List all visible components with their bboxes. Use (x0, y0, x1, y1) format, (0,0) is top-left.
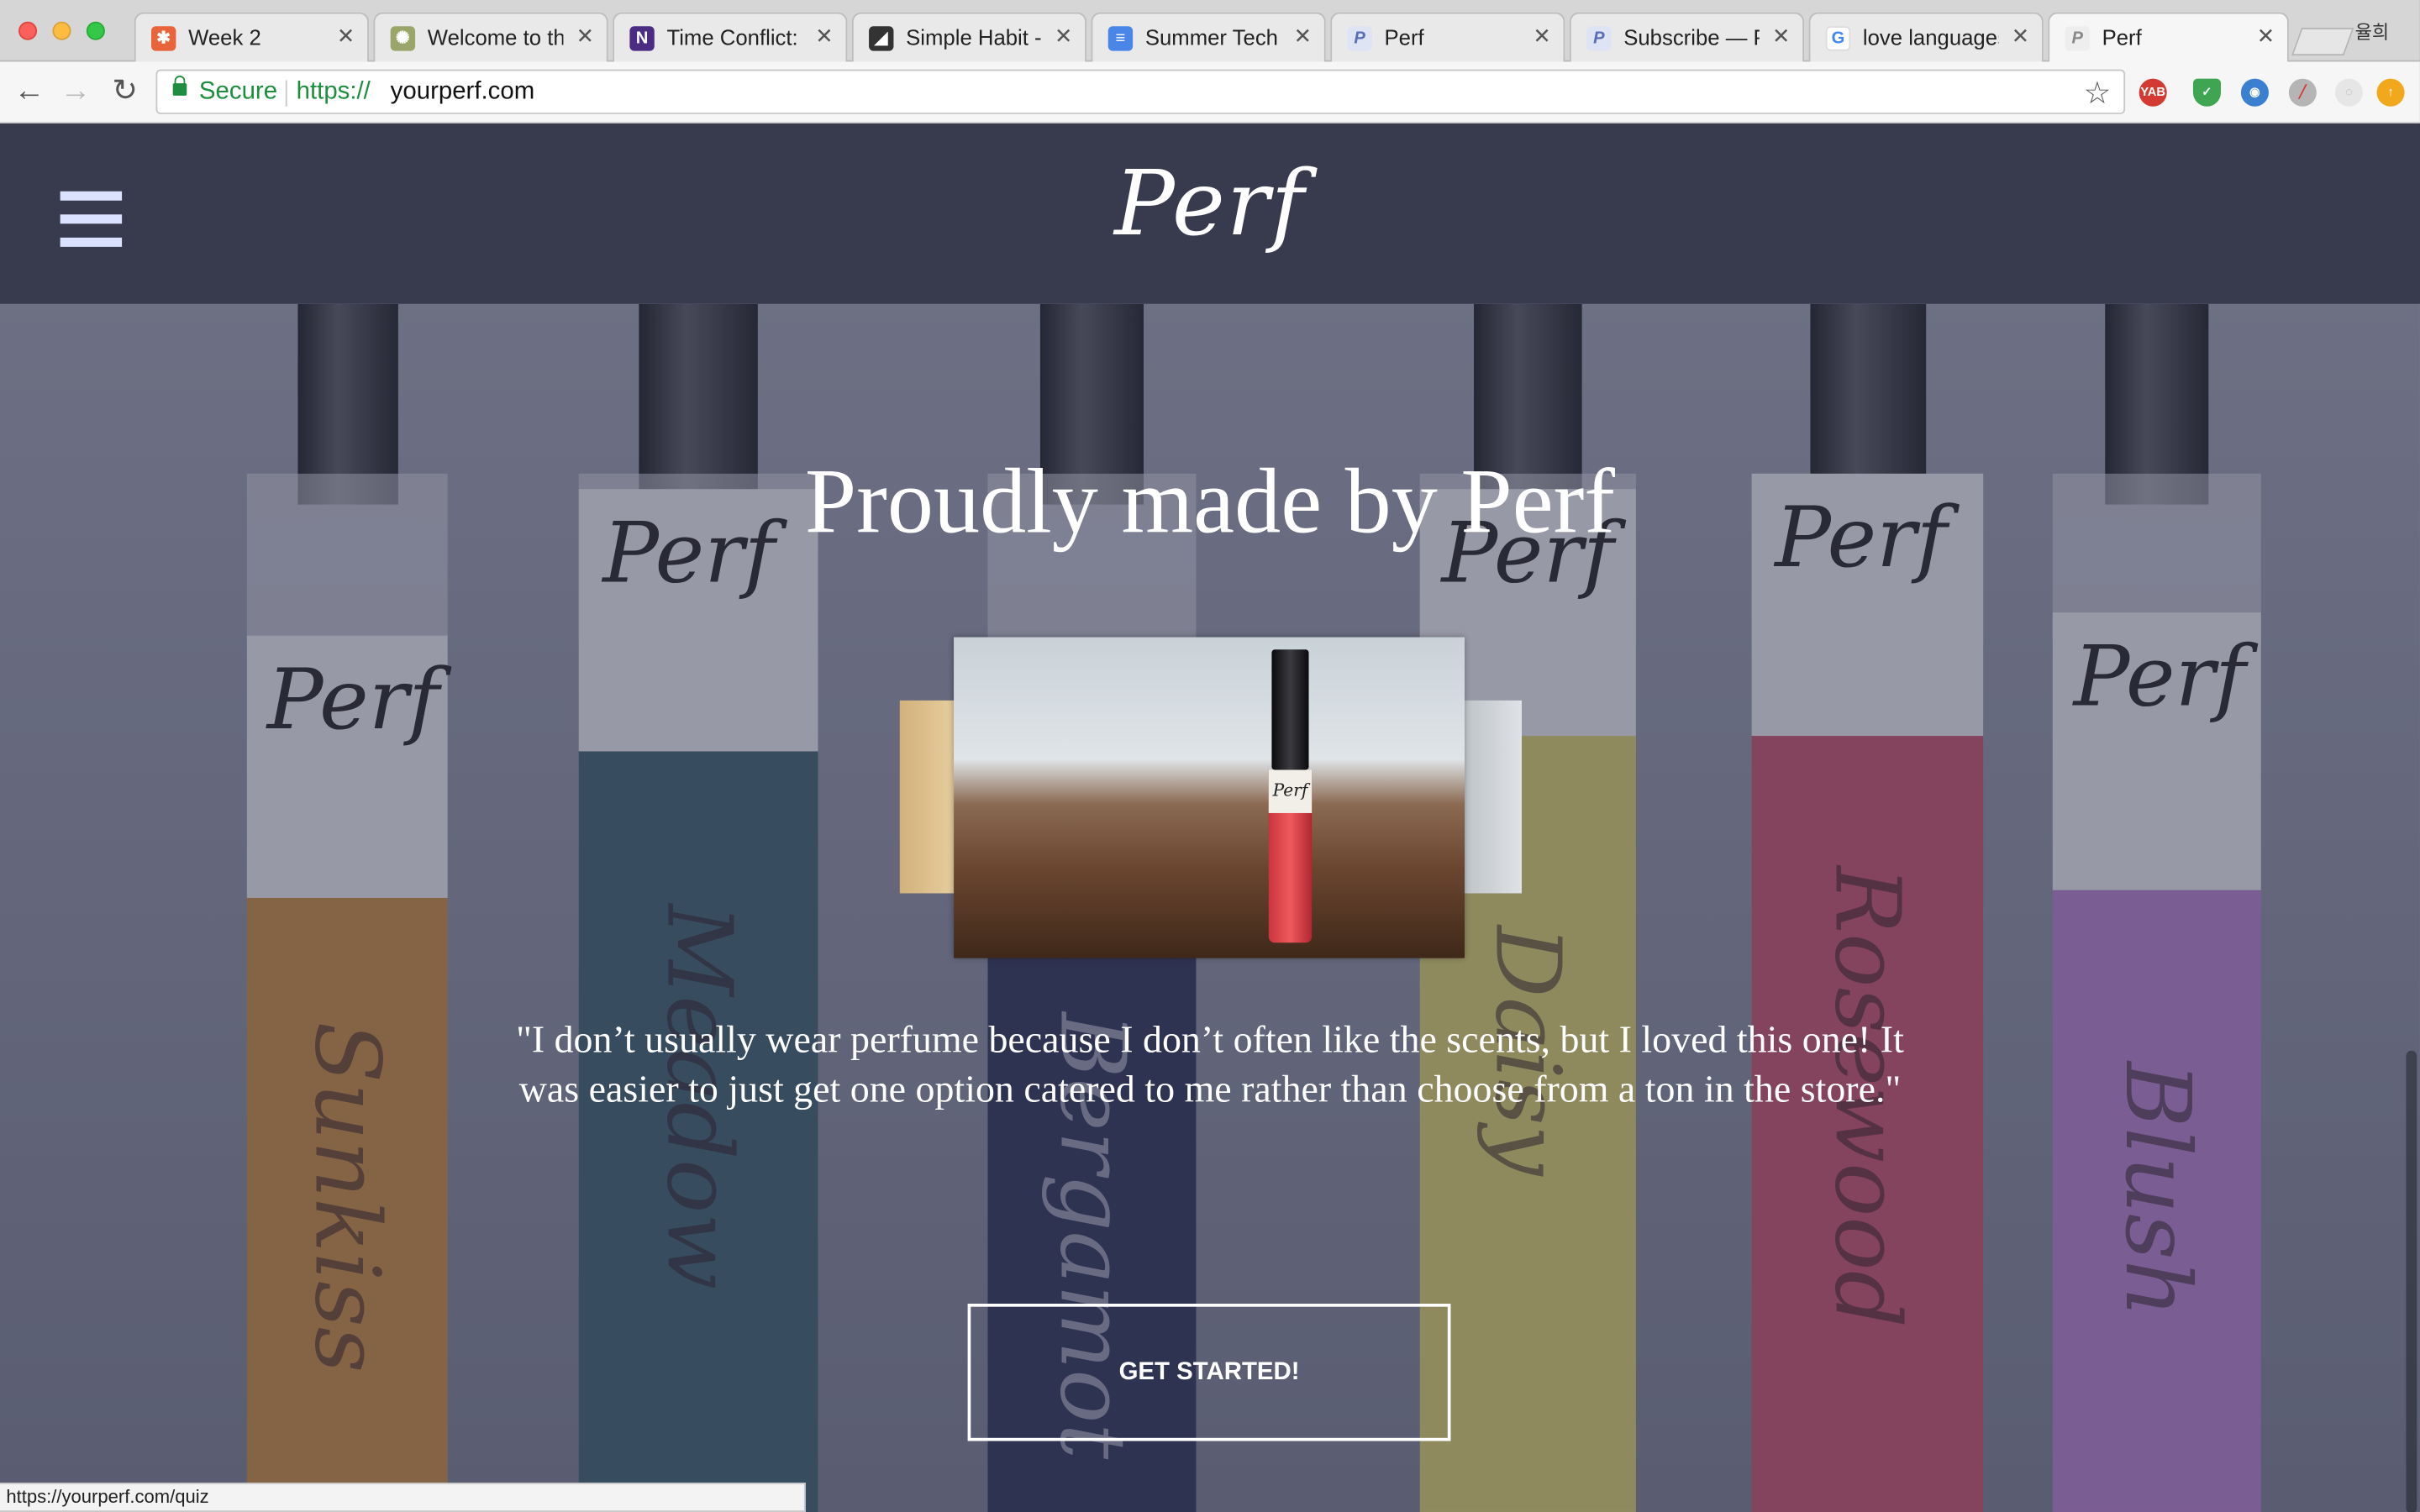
tab-love-languages[interactable]: G love languages ✕ (1808, 12, 2044, 62)
google-icon: G (1825, 26, 1851, 51)
secure-label: Secure (198, 78, 278, 105)
perfume-vial-image: Perf (1268, 649, 1313, 943)
yab-icon[interactable]: YAB (2139, 78, 2167, 107)
close-tab-icon[interactable]: ✕ (1055, 24, 1073, 50)
close-tab-icon[interactable]: ✕ (2257, 24, 2275, 50)
asterisk-icon: ✺ (390, 26, 416, 51)
hamburger-menu-icon[interactable] (60, 191, 123, 247)
forward-arrow-icon[interactable]: → (59, 74, 92, 108)
tab-strip: ✱ Week 2 ✕ ✺ Welcome to the ✕ N Time Con… (0, 0, 2420, 64)
address-bar[interactable]: Secure https:// yourperf.com ☆ (155, 69, 2126, 114)
close-tab-icon[interactable]: ✕ (1772, 24, 1791, 50)
perf-icon: P (2065, 26, 2090, 51)
tab-perf[interactable]: P Perf ✕ (1330, 12, 1565, 62)
loop-icon[interactable]: ◌ (2334, 78, 2363, 107)
reload-icon[interactable]: ↻ (108, 74, 142, 108)
tab-perf-active[interactable]: P Perf ✕ (2048, 12, 2289, 64)
close-tab-icon[interactable]: ✕ (2012, 24, 2030, 50)
perf-icon: P (1347, 26, 1372, 51)
eyedropper-icon[interactable]: ╱ (2288, 78, 2317, 107)
perf-icon: P (1586, 26, 1612, 51)
status-bar-url: https://yourperf.com/quiz (0, 1483, 806, 1512)
image-carousel[interactable]: Perf (899, 637, 1522, 958)
bookmark-star-icon[interactable]: ☆ (2084, 74, 2112, 113)
url-host: yourperf.com (390, 78, 535, 105)
page-scrollbar[interactable] (2406, 1050, 2417, 1512)
tab-time-conflict[interactable]: N Time Conflict: C ✕ (613, 12, 848, 62)
testimonial-quote: "I don’t usually wear perfume because I … (516, 1020, 1904, 1111)
tab-simple-habit[interactable]: ◢ Simple Habit - V ✕ (851, 12, 1087, 62)
profile-button[interactable]: 율희 (2355, 18, 2390, 45)
carousel-prev-slide[interactable] (899, 700, 957, 894)
browser-toolbar: ← → ↻ Secure https:// yourperf.com ☆ YAB… (0, 61, 2420, 123)
site-header: Perf (0, 123, 2420, 304)
site-logo[interactable]: Perf (1055, 151, 1364, 256)
globe-icon[interactable]: ◉ (2240, 78, 2269, 107)
hero-section: Perf Sunkiss Perf Meadow Bergamot Perf D… (0, 303, 2420, 1512)
divider (285, 80, 287, 107)
close-window-button[interactable] (18, 21, 38, 40)
new-tab-button[interactable] (2291, 28, 2354, 56)
carousel-current-slide: Perf (954, 637, 1465, 958)
google-docs-icon: ≡ (1107, 26, 1134, 51)
minimize-window-button[interactable] (52, 21, 71, 40)
notion-n-icon: N (629, 26, 655, 51)
carousel-next-slide[interactable] (1465, 700, 1522, 894)
lock-icon (172, 75, 187, 96)
simple-habit-icon: ◢ (869, 26, 894, 51)
back-arrow-icon[interactable]: ← (13, 74, 46, 108)
url-scheme: https:// (296, 78, 371, 105)
tab-summer-tech[interactable]: ≡ Summer Tech In ✕ (1091, 12, 1326, 62)
close-tab-icon[interactable]: ✕ (1294, 24, 1313, 50)
pinwheel-icon: ✱ (150, 26, 176, 51)
shield-icon[interactable]: ✓ (2192, 78, 2222, 107)
hero-headline: Proudly made by Perf (804, 450, 1616, 553)
get-started-button[interactable]: GET STARTED! (967, 1304, 1451, 1441)
close-tab-icon[interactable]: ✕ (576, 24, 595, 50)
tab-subscribe[interactable]: P Subscribe — Pe ✕ (1569, 12, 1805, 62)
close-tab-icon[interactable]: ✕ (337, 24, 355, 50)
tab-welcome[interactable]: ✺ Welcome to the ✕ (373, 12, 608, 62)
tab-week-2[interactable]: ✱ Week 2 ✕ (134, 12, 369, 62)
notification-icon[interactable]: ↑ (2376, 78, 2405, 107)
close-tab-icon[interactable]: ✕ (815, 24, 834, 50)
fullscreen-window-button[interactable] (86, 21, 105, 40)
close-tab-icon[interactable]: ✕ (1533, 24, 1551, 50)
